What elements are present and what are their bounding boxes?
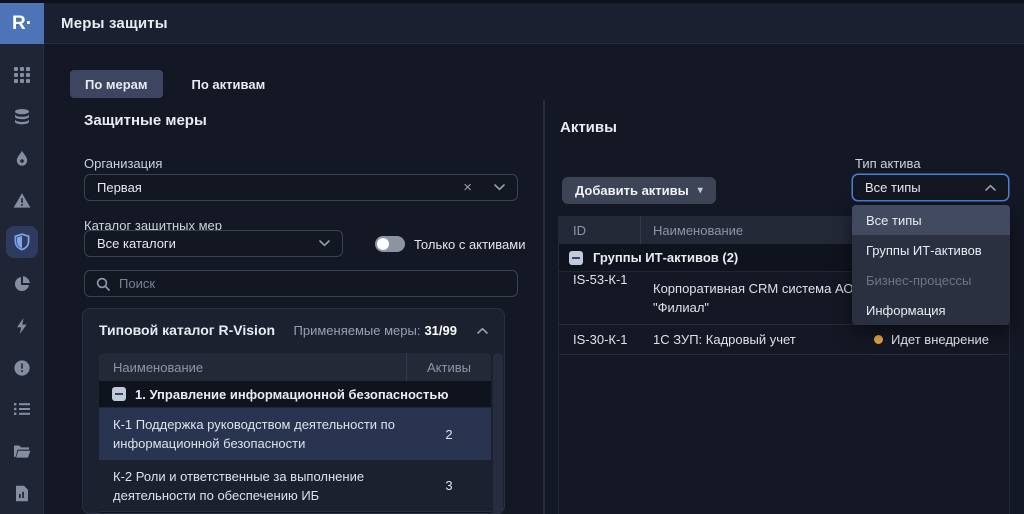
- measures-group-row[interactable]: 1. Управление информационной безопасност…: [99, 381, 491, 408]
- left-panel-title: Защитные меры: [84, 112, 207, 129]
- sidebar-item-documents[interactable]: [0, 430, 44, 472]
- asset-id: IS-30-К-1: [559, 325, 641, 354]
- asset-name: Корпоративная CRM система АО "Филиал": [641, 272, 874, 324]
- dropdown-option-business-processes[interactable]: Бизнес-процессы: [852, 265, 1010, 295]
- asset-name: 1С ЗУП: Кадровый учет: [641, 325, 874, 354]
- app-logo[interactable]: R·: [0, 3, 44, 44]
- collapse-minus-icon[interactable]: [112, 387, 126, 401]
- only-with-assets-label: Только с активами: [414, 237, 525, 252]
- catalog-value: Все каталоги: [97, 236, 319, 251]
- catalog-card-title: Типовой каталог R-Vision: [99, 322, 294, 338]
- caret-down-icon: ▾: [698, 185, 703, 196]
- measure-row[interactable]: К-1 Поддержка руководством деятельности …: [99, 408, 491, 460]
- folder-open-icon: [6, 435, 38, 467]
- column-name: Наименование: [99, 353, 407, 381]
- window-top-edge: [0, 0, 1024, 3]
- add-assets-button[interactable]: Добавить активы ▾: [562, 177, 716, 204]
- sidebar-item-events[interactable]: [0, 305, 44, 347]
- catalog-card-header: Типовой каталог R-Vision Применяемые мер…: [83, 309, 504, 349]
- asset-type-select[interactable]: Все типы: [852, 174, 1009, 201]
- sidebar-item-tasks[interactable]: [0, 389, 44, 431]
- measures-table: Наименование Активы 1. Управление информ…: [99, 353, 491, 514]
- assets-group-label: Группы ИТ-активов (2): [593, 250, 738, 265]
- database-icon: [6, 101, 38, 133]
- measure-row[interactable]: К-2 Роли и ответственные за выполнение д…: [99, 460, 491, 512]
- scrollbar-track[interactable]: [493, 353, 503, 514]
- asset-row[interactable]: IS-30-К-1 1С ЗУП: Кадровый учет Идет вне…: [559, 325, 1009, 355]
- asset-type-value: Все типы: [865, 180, 985, 195]
- file-report-icon: [6, 477, 38, 509]
- collapse-minus-icon[interactable]: [569, 251, 583, 265]
- lightning-icon: [6, 310, 38, 342]
- tab-by-assets[interactable]: По активам: [177, 70, 281, 98]
- view-tabs: По мерам По активам: [70, 70, 280, 98]
- search-icon: [96, 277, 110, 291]
- tab-by-measures[interactable]: По мерам: [70, 70, 163, 98]
- measure-assets-count: 3: [407, 460, 491, 511]
- catalog-card: Типовой каталог R-Vision Применяемые мер…: [82, 308, 505, 514]
- apps-grid-icon: [6, 59, 38, 91]
- sidebar-item-risks[interactable]: [0, 138, 44, 180]
- chevron-down-icon[interactable]: [494, 184, 505, 191]
- dropdown-option-all-types[interactable]: Все типы: [852, 205, 1010, 235]
- search-input[interactable]: [119, 276, 506, 291]
- status-text: Идет внедрение: [891, 332, 989, 347]
- sidebar-item-report-file[interactable]: [0, 472, 44, 514]
- applied-measures-value: 31/99: [424, 323, 457, 338]
- measure-name: К-2 Роли и ответственные за выполнение д…: [99, 460, 407, 511]
- sidebar-item-alerts[interactable]: [0, 347, 44, 389]
- sidebar-item-security-measures[interactable]: [0, 221, 44, 263]
- sidebar-item-reports-pie[interactable]: [0, 263, 44, 305]
- sidebar-item-incidents[interactable]: [0, 179, 44, 221]
- sidebar-nav: [0, 44, 44, 514]
- page-title: Меры защиты: [61, 3, 168, 44]
- asset-type-label: Тип актива: [855, 156, 921, 171]
- warning-triangle-icon: [6, 184, 38, 216]
- search-field[interactable]: [84, 270, 518, 297]
- organization-select[interactable]: Первая ×: [84, 174, 518, 201]
- measures-group-label: 1. Управление информационной безопасност…: [135, 387, 448, 402]
- measure-assets-count: 2: [407, 408, 491, 460]
- panel-divider: [543, 100, 545, 514]
- applied-measures-label: Применяемые меры:31/99: [294, 323, 457, 338]
- dropdown-option-information[interactable]: Информация: [852, 295, 1010, 325]
- column-id: ID: [559, 216, 641, 244]
- clear-icon[interactable]: ×: [463, 180, 472, 195]
- organization-value: Первая: [97, 180, 463, 195]
- asset-id: IS-53-К-1: [559, 272, 641, 287]
- chevron-down-icon[interactable]: [319, 240, 330, 247]
- alert-circle-icon: [6, 352, 38, 384]
- sidebar-item-assets[interactable]: [0, 96, 44, 138]
- only-with-assets-toggle[interactable]: [375, 236, 405, 252]
- droplet-icon: [6, 143, 38, 175]
- asset-type-dropdown-menu: Все типы Группы ИТ-активов Бизнес-процес…: [852, 205, 1010, 325]
- right-panel-title: Активы: [560, 119, 617, 136]
- add-assets-label: Добавить активы: [575, 183, 689, 198]
- topbar: R· Меры защиты: [0, 0, 1024, 44]
- catalog-select[interactable]: Все каталоги: [84, 230, 343, 257]
- collapse-chevron-icon[interactable]: [477, 327, 488, 334]
- toggle-knob: [377, 238, 389, 250]
- sidebar-item-apps[interactable]: [0, 54, 44, 96]
- pie-chart-icon: [6, 268, 38, 300]
- measure-name: К-1 Поддержка руководством деятельности …: [99, 408, 407, 460]
- organization-label: Организация: [84, 156, 162, 171]
- bulleted-list-icon: [6, 393, 38, 425]
- column-assets: Активы: [407, 360, 491, 375]
- dropdown-option-it-asset-groups[interactable]: Группы ИТ-активов: [852, 235, 1010, 265]
- shield-icon: [6, 226, 38, 258]
- measures-table-header: Наименование Активы: [99, 353, 491, 381]
- asset-status: Идет внедрение: [874, 325, 1009, 354]
- status-dot-icon: [874, 335, 883, 344]
- logo-text: R·: [12, 13, 32, 35]
- chevron-up-icon[interactable]: [985, 184, 996, 191]
